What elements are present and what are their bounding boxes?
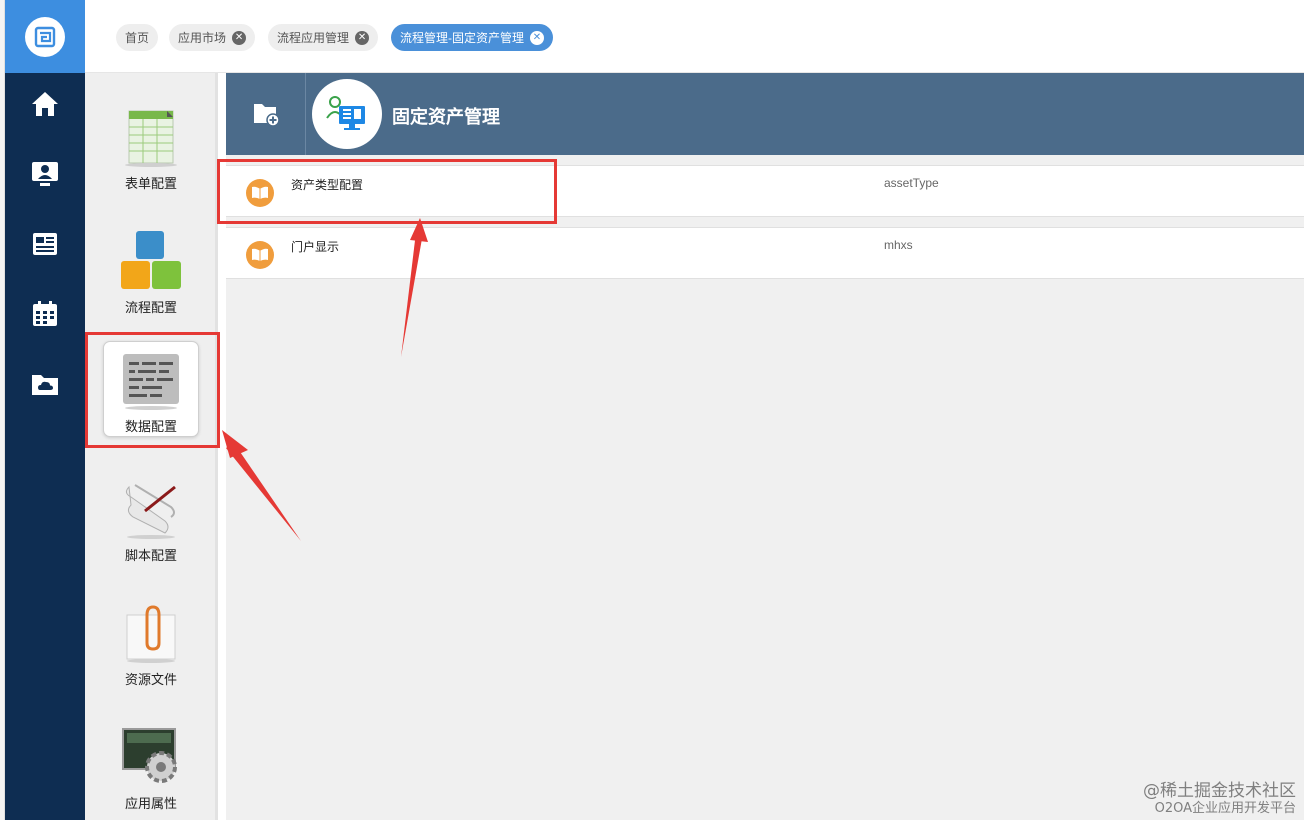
arrow-shaft [401, 232, 423, 357]
annotation-arrows [222, 218, 428, 541]
arrow-head [410, 218, 428, 242]
arrow-head [222, 430, 248, 458]
arrow-shaft [226, 443, 301, 541]
watermark-line2: O2OA企业应用开发平台 [1154, 801, 1296, 816]
